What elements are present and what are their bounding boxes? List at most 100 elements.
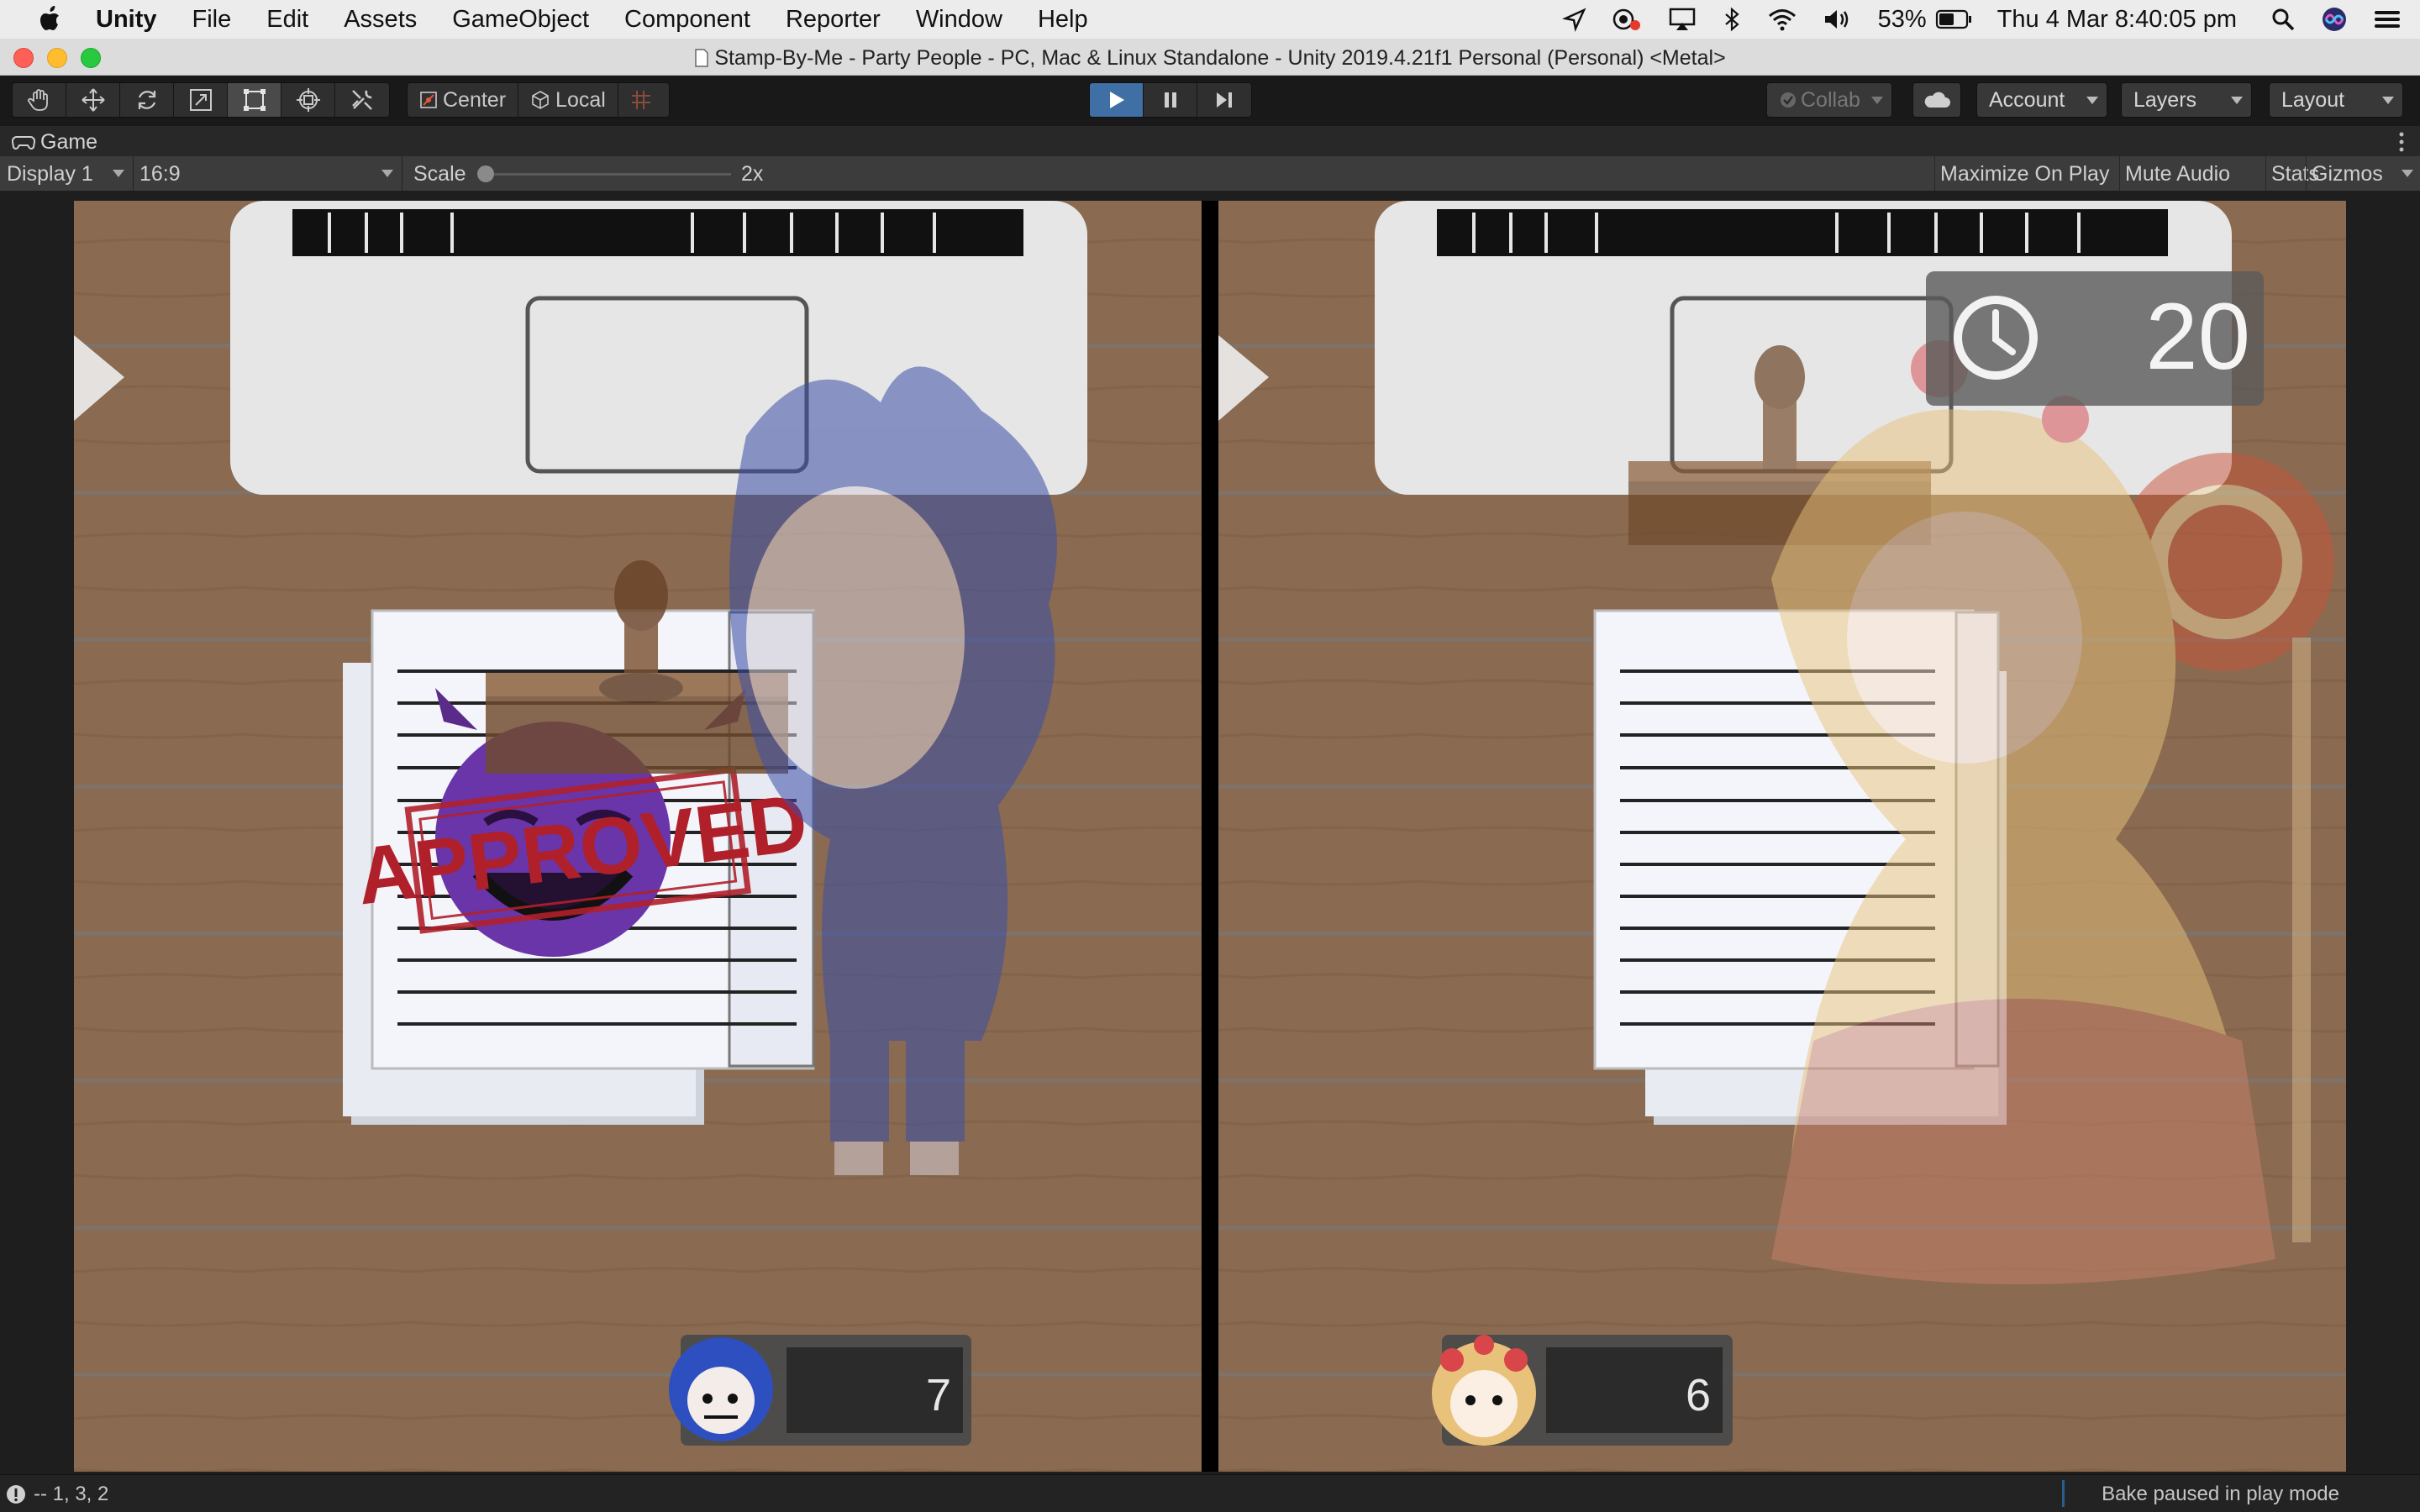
chevron-down-icon bbox=[381, 170, 393, 177]
menu-help[interactable]: Help bbox=[1038, 6, 1088, 34]
console-message: -- 1, 3, 2 bbox=[34, 1483, 109, 1505]
layers-label: Layers bbox=[2133, 87, 2197, 112]
wifi-icon[interactable] bbox=[1767, 7, 1797, 32]
pivot-toggles: Center Local bbox=[407, 82, 670, 118]
tab-game[interactable]: Game bbox=[12, 130, 97, 155]
status-bar: -- 1, 3, 2 Bake paused in play mode bbox=[0, 1474, 2420, 1512]
left-player-view: APPROVED 7 bbox=[74, 201, 1202, 1472]
grid-snap-icon bbox=[631, 91, 650, 109]
aspect-label: 16:9 bbox=[139, 161, 181, 186]
location-icon[interactable] bbox=[1561, 7, 1587, 32]
display-dropdown[interactable]: Display 1 bbox=[7, 156, 133, 192]
pause-icon bbox=[1164, 92, 1176, 108]
hand-tool-icon[interactable] bbox=[13, 83, 66, 117]
space-local-toggle[interactable]: Local bbox=[518, 83, 618, 117]
apple-menu-icon[interactable] bbox=[34, 3, 67, 36]
airplay-icon[interactable] bbox=[1668, 7, 1697, 32]
game-tab-bar: Game bbox=[0, 126, 2420, 156]
document-icon bbox=[695, 49, 709, 67]
game-render[interactable]: APPROVED 7 20 6 bbox=[74, 201, 2346, 1472]
menu-edit[interactable]: Edit bbox=[266, 6, 308, 34]
grid-snap-toggle[interactable] bbox=[618, 83, 669, 117]
checkmark-icon bbox=[1781, 92, 1796, 108]
chevron-down-icon bbox=[2086, 97, 2098, 104]
battery-percent: 53% bbox=[1877, 5, 1927, 33]
cloud-button[interactable] bbox=[1912, 82, 1961, 118]
battery-icon[interactable] bbox=[1935, 8, 1972, 30]
display-label: Display 1 bbox=[7, 161, 93, 186]
move-tool-icon[interactable] bbox=[66, 83, 120, 117]
play-controls bbox=[1089, 82, 1252, 118]
bake-status: Bake paused in play mode bbox=[2102, 1483, 2339, 1505]
divider bbox=[133, 156, 134, 192]
search-icon[interactable] bbox=[2270, 7, 2296, 32]
right-score-panel: 6 bbox=[1432, 1335, 1733, 1446]
chevron-down-icon bbox=[2382, 97, 2394, 104]
play-button[interactable] bbox=[1090, 83, 1144, 117]
menu-window[interactable]: Window bbox=[916, 6, 1002, 34]
macos-menubar: Unity File Edit Assets GameObject Compon… bbox=[0, 0, 2420, 39]
layers-dropdown[interactable]: Layers bbox=[2121, 82, 2252, 118]
control-center-icon[interactable] bbox=[2373, 7, 2402, 32]
menu-file[interactable]: File bbox=[192, 6, 232, 34]
scale-slider-track[interactable] bbox=[479, 173, 731, 176]
unity-toolbar: Center Local Collab Account Layers Layou… bbox=[0, 76, 2420, 126]
game-viewport[interactable]: APPROVED 7 20 6 bbox=[0, 192, 2420, 1474]
play-icon bbox=[1109, 92, 1124, 108]
scale-value: 2x bbox=[741, 161, 764, 186]
game-scene: APPROVED 7 20 6 bbox=[74, 201, 2346, 1472]
rotate-tool-icon[interactable] bbox=[120, 83, 174, 117]
rect-tool-icon[interactable] bbox=[228, 83, 281, 117]
blonde-player-avatar-icon bbox=[1432, 1335, 1536, 1446]
scale-label: Scale bbox=[413, 161, 466, 186]
mute-audio-toggle[interactable]: Mute Audio bbox=[2119, 156, 2235, 192]
collab-label: Collab bbox=[1801, 87, 1860, 112]
chevron-down-icon bbox=[1871, 97, 1883, 104]
gizmos-toggle[interactable]: Gizmos bbox=[2306, 156, 2403, 192]
right-player-view: 20 6 bbox=[1218, 201, 2346, 1472]
menu-gameobject[interactable]: GameObject bbox=[452, 6, 589, 34]
scale-tool-icon[interactable] bbox=[174, 83, 228, 117]
aspect-dropdown[interactable]: 16:9 bbox=[139, 156, 400, 192]
custom-tool-icon[interactable] bbox=[335, 83, 389, 117]
round-timer: 20 bbox=[1926, 271, 2264, 406]
menu-assets[interactable]: Assets bbox=[344, 6, 417, 34]
window-titlebar[interactable]: Stamp-By-Me - Party People - PC, Mac & L… bbox=[0, 39, 2420, 76]
gizmos-label: Gizmos bbox=[2312, 161, 2383, 186]
menu-component[interactable]: Component bbox=[624, 6, 750, 34]
collab-dropdown[interactable]: Collab bbox=[1766, 82, 1892, 118]
chevron-down-icon bbox=[2402, 170, 2413, 177]
console-status[interactable]: -- 1, 3, 2 bbox=[5, 1483, 108, 1506]
transform-tools bbox=[12, 82, 390, 118]
blue-player-avatar-icon bbox=[669, 1337, 773, 1441]
step-button[interactable] bbox=[1197, 83, 1251, 117]
right-player-score: 6 bbox=[1686, 1370, 1711, 1420]
menu-unity[interactable]: Unity bbox=[96, 6, 157, 34]
cast-icon[interactable] bbox=[1612, 7, 1643, 32]
bluetooth-icon[interactable] bbox=[1722, 7, 1742, 32]
pivot-center-toggle[interactable]: Center bbox=[408, 83, 519, 117]
gamepad-icon bbox=[12, 135, 35, 150]
info-icon bbox=[7, 1485, 25, 1504]
menubar-clock[interactable]: Thu 4 Mar 8:40:05 pm bbox=[1997, 6, 2237, 34]
layout-label: Layout bbox=[2281, 87, 2345, 112]
pause-button[interactable] bbox=[1144, 83, 1197, 117]
pivot-label: Center bbox=[443, 87, 507, 112]
chevron-down-icon bbox=[113, 170, 124, 177]
maximize-on-play-toggle[interactable]: Maximize On Play bbox=[1934, 156, 2114, 192]
more-options-icon[interactable] bbox=[2398, 131, 2405, 153]
cube-icon bbox=[532, 91, 549, 109]
gizmos-dropdown[interactable] bbox=[2396, 156, 2420, 192]
account-dropdown[interactable]: Account bbox=[1976, 82, 2107, 118]
siri-icon[interactable] bbox=[2321, 6, 2348, 33]
maximize-label: Maximize On Play bbox=[1940, 161, 2110, 186]
scale-slider-knob[interactable] bbox=[477, 165, 494, 182]
transform-tool-icon[interactable] bbox=[281, 83, 335, 117]
window-title: Stamp-By-Me - Party People - PC, Mac & L… bbox=[0, 46, 2420, 71]
timer-value: 20 bbox=[2145, 284, 2250, 389]
volume-icon[interactable] bbox=[1823, 7, 1853, 32]
layout-dropdown[interactable]: Layout bbox=[2269, 82, 2403, 118]
menu-reporter[interactable]: Reporter bbox=[786, 6, 881, 34]
pivot-icon bbox=[420, 92, 437, 108]
cloud-icon bbox=[1924, 92, 1950, 108]
